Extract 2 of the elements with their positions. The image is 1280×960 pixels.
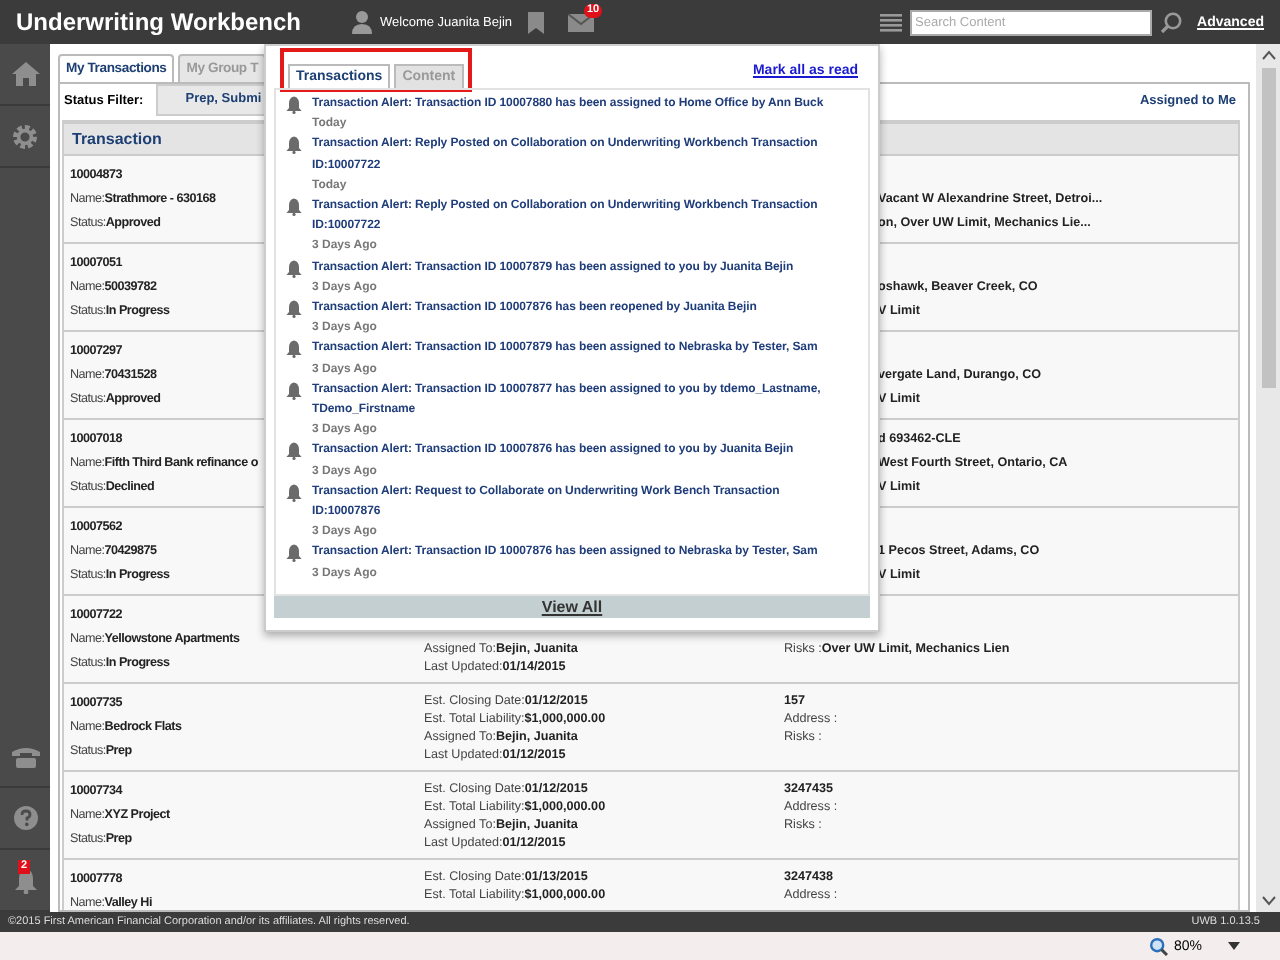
- column-header: Transaction: [72, 130, 162, 148]
- app-title: Underwriting Workbench: [16, 8, 303, 36]
